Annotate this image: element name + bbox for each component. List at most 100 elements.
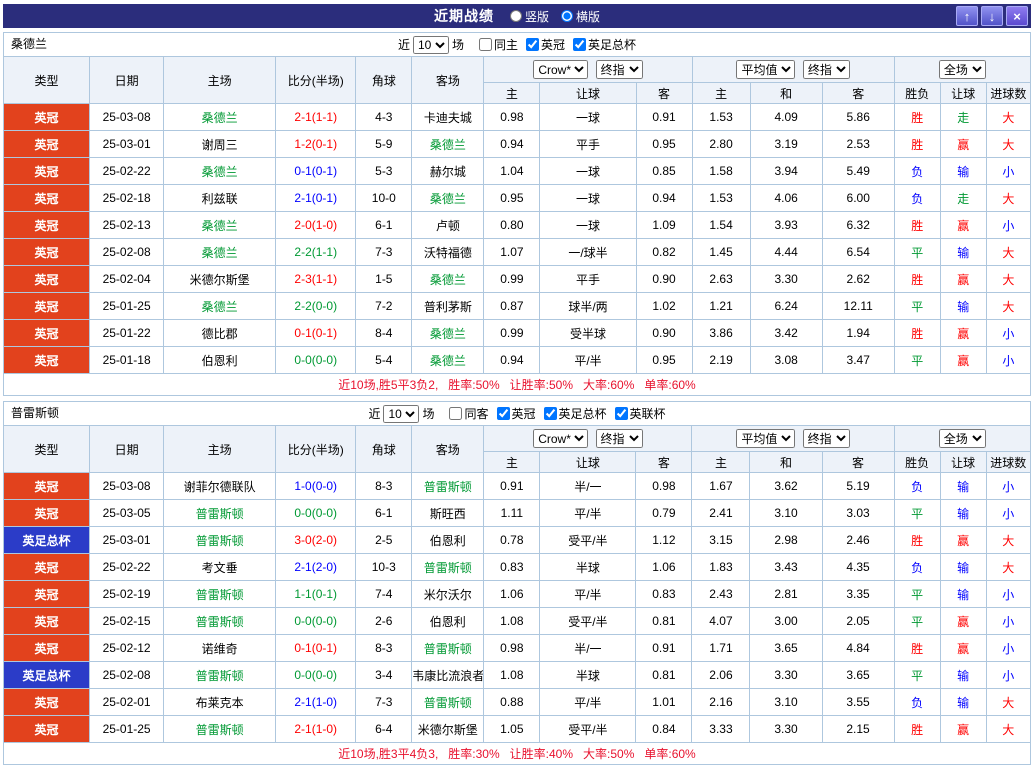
close-button[interactable]: × bbox=[1006, 6, 1028, 26]
handicap-odds-away: 0.91 bbox=[636, 104, 692, 131]
handicap-odds-away: 0.95 bbox=[636, 131, 692, 158]
avg-odds-draw: 3.42 bbox=[750, 320, 822, 347]
result-handicap: 走 bbox=[940, 185, 986, 212]
handicap-odds-away: 1.12 bbox=[636, 527, 692, 554]
handicap-line: 半/一 bbox=[540, 473, 636, 500]
match-count-select[interactable]: 10 bbox=[413, 36, 449, 54]
handicap-line: 一球 bbox=[540, 185, 636, 212]
col-result-handicap: 让球 bbox=[940, 83, 986, 104]
checkbox-input-championship[interactable] bbox=[526, 38, 539, 51]
odds-stage-select[interactable]: 终指 bbox=[596, 429, 643, 448]
match-type-badge: 英冠 bbox=[4, 266, 90, 293]
result-outcome: 负 bbox=[894, 185, 940, 212]
filter-checkbox-group: 同主英冠英足总杯 bbox=[471, 36, 636, 53]
match-date: 25-02-01 bbox=[90, 689, 164, 716]
away-team: 米尔沃尔 bbox=[412, 581, 484, 608]
checkbox-input-championship[interactable] bbox=[497, 407, 510, 420]
result-outcome: 负 bbox=[894, 158, 940, 185]
match-scope-select[interactable]: 全场 bbox=[939, 429, 986, 448]
home-team: 普雷斯顿 bbox=[164, 608, 276, 635]
col-odds-handicap: 让球 bbox=[540, 452, 636, 473]
handicap-line: 受平/半 bbox=[540, 527, 636, 554]
avg-odds-home: 2.16 bbox=[692, 689, 750, 716]
match-rows: 英冠25-03-08谢菲尔德联队1-0(0-0)8-3普雷斯顿0.91半/一0.… bbox=[4, 473, 1031, 743]
average-stage-select[interactable]: 终指 bbox=[803, 429, 850, 448]
results-table: 桑德兰 近 10 场 同主英冠英足总杯 类型 日期 主场 比分(半场) 角球 bbox=[3, 32, 1031, 396]
match-score: 2-2(0-0) bbox=[276, 293, 356, 320]
filter-checkbox-championship[interactable]: 英冠 bbox=[526, 36, 565, 53]
results-table: 普雷斯顿 近 10 场 同客英冠英足总杯英联杯 类型 日期 主场 比分(半场) bbox=[3, 401, 1031, 765]
match-type-badge: 英冠 bbox=[4, 239, 90, 266]
summary-stat: 单率:60% bbox=[644, 747, 695, 761]
summary-stat: 大率:50% bbox=[583, 747, 634, 761]
corner-score: 6-4 bbox=[356, 716, 412, 743]
filter-checkbox-league-cup[interactable]: 英联杯 bbox=[615, 405, 666, 422]
col-result-handicap: 让球 bbox=[940, 452, 986, 473]
match-score: 2-1(0-1) bbox=[276, 185, 356, 212]
checkbox-input-fa-cup[interactable] bbox=[573, 38, 586, 51]
average-stage-select[interactable]: 终指 bbox=[803, 60, 850, 79]
match-type-badge: 英足总杯 bbox=[4, 527, 90, 554]
filter-checkbox-championship[interactable]: 英冠 bbox=[497, 405, 536, 422]
average-type-select[interactable]: 平均值 bbox=[736, 429, 795, 448]
avg-odds-away: 5.19 bbox=[822, 473, 894, 500]
scope-select-cell: 全场 bbox=[894, 57, 1030, 83]
col-avg-home: 主 bbox=[692, 83, 750, 104]
handicap-odds-away: 0.79 bbox=[636, 500, 692, 527]
handicap-line: 平/半 bbox=[540, 581, 636, 608]
summary-stat: 胜率:30% bbox=[448, 747, 499, 761]
match-type-badge: 英冠 bbox=[4, 104, 90, 131]
scroll-down-button[interactable]: ↓ bbox=[981, 6, 1003, 26]
match-date: 25-02-19 bbox=[90, 581, 164, 608]
odds-company-select[interactable]: Crow* bbox=[533, 429, 588, 448]
odds-company-select[interactable]: Crow* bbox=[533, 60, 588, 79]
checkbox-input-league-cup[interactable] bbox=[615, 407, 628, 420]
layout-radio-vertical[interactable] bbox=[510, 10, 522, 22]
layout-radio-horizontal[interactable] bbox=[561, 10, 573, 22]
result-handicap: 赢 bbox=[940, 212, 986, 239]
match-rows: 英冠25-03-08桑德兰2-1(1-1)4-3卡迪夫城0.98一球0.911.… bbox=[4, 104, 1031, 374]
filter-checkbox-fa-cup[interactable]: 英足总杯 bbox=[573, 36, 636, 53]
odds-stage-select[interactable]: 终指 bbox=[596, 60, 643, 79]
corner-score: 4-3 bbox=[356, 104, 412, 131]
summary-stat: 让胜率:40% bbox=[510, 747, 573, 761]
scroll-up-button[interactable]: ↑ bbox=[956, 6, 978, 26]
avg-odds-away: 3.55 bbox=[822, 689, 894, 716]
checkbox-input-fa-cup[interactable] bbox=[544, 407, 557, 420]
team-name: 普雷斯顿 bbox=[11, 402, 59, 425]
layout-option-horizontal[interactable]: 横版 bbox=[561, 8, 600, 25]
match-scope-select[interactable]: 全场 bbox=[939, 60, 986, 79]
result-goals: 小 bbox=[986, 662, 1030, 689]
checkbox-input-same-away[interactable] bbox=[449, 407, 462, 420]
col-away: 客场 bbox=[412, 426, 484, 473]
result-goals: 大 bbox=[986, 131, 1030, 158]
away-team: 伯恩利 bbox=[412, 608, 484, 635]
match-date: 25-02-22 bbox=[90, 158, 164, 185]
layout-option-vertical[interactable]: 竖版 bbox=[510, 8, 549, 25]
summary-stat: 大率:60% bbox=[583, 378, 634, 392]
average-type-select[interactable]: 平均值 bbox=[736, 60, 795, 79]
checkbox-input-same-home[interactable] bbox=[479, 38, 492, 51]
match-count-select[interactable]: 10 bbox=[383, 405, 419, 423]
handicap-line: 平手 bbox=[540, 266, 636, 293]
avg-odds-home: 2.63 bbox=[692, 266, 750, 293]
match-date: 25-03-01 bbox=[90, 131, 164, 158]
result-goals: 大 bbox=[986, 716, 1030, 743]
match-row: 英冠25-02-22桑德兰0-1(0-1)5-3赫尔城1.04一球0.851.5… bbox=[4, 158, 1031, 185]
filter-checkbox-fa-cup[interactable]: 英足总杯 bbox=[544, 405, 607, 422]
match-type-badge: 英足总杯 bbox=[4, 662, 90, 689]
avg-odds-away: 6.00 bbox=[822, 185, 894, 212]
away-team: 赫尔城 bbox=[412, 158, 484, 185]
match-type-badge: 英冠 bbox=[4, 158, 90, 185]
corner-score: 7-3 bbox=[356, 689, 412, 716]
average-select-cell: 平均值 终指 bbox=[692, 57, 894, 83]
result-handicap: 输 bbox=[940, 293, 986, 320]
team-name: 桑德兰 bbox=[11, 33, 47, 56]
handicap-line: 平/半 bbox=[540, 500, 636, 527]
away-team: 斯旺西 bbox=[412, 500, 484, 527]
filter-checkbox-same-home[interactable]: 同主 bbox=[479, 36, 518, 53]
handicap-odds-away: 0.98 bbox=[636, 473, 692, 500]
filter-checkbox-same-away[interactable]: 同客 bbox=[449, 405, 488, 422]
avg-odds-draw: 3.10 bbox=[750, 500, 822, 527]
handicap-odds-home: 1.08 bbox=[484, 608, 540, 635]
